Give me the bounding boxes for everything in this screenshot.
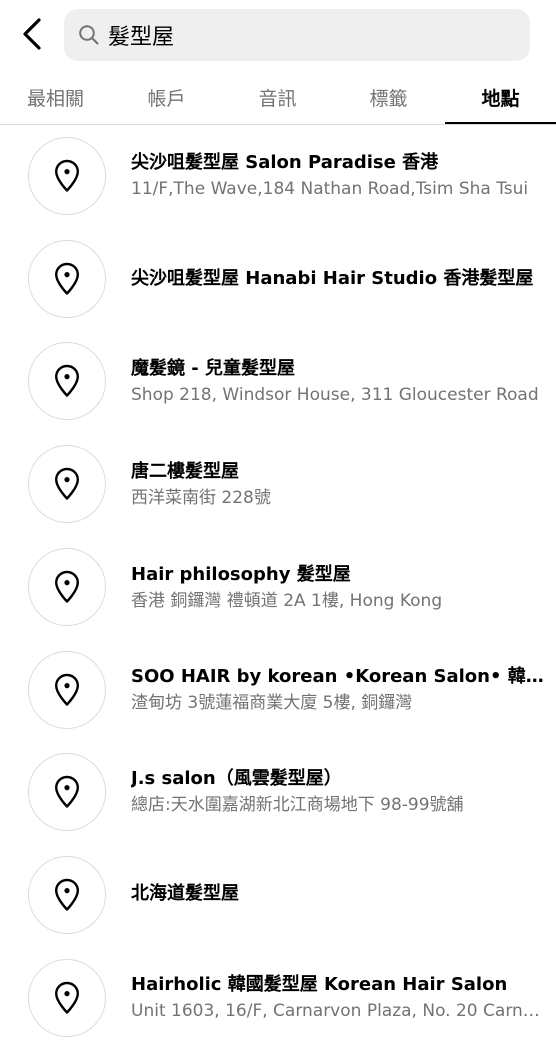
place-text: J.s salon（風雲髮型屋） 總店:天水圍嘉湖新北江商場地下 98-99號舖 bbox=[131, 767, 547, 817]
place-name: SOO HAIR by korean •Korean Salon• 韓國髮型屋 bbox=[131, 666, 547, 687]
tab-tags[interactable]: 標籤 bbox=[333, 70, 444, 124]
location-pin-icon bbox=[55, 878, 79, 911]
tab-audio[interactable]: 音訊 bbox=[222, 70, 333, 124]
place-text: Hair philosophy 髮型屋 香港 銅鑼灣 禮頓道 2A 1樓, Ho… bbox=[131, 563, 547, 613]
place-icon-circle bbox=[28, 342, 106, 420]
location-pin-icon bbox=[55, 981, 79, 1014]
location-pin-icon bbox=[55, 775, 79, 808]
place-name: 北海道髮型屋 bbox=[131, 883, 239, 904]
search-box[interactable] bbox=[64, 9, 530, 61]
location-pin-icon bbox=[55, 673, 79, 706]
place-result[interactable]: Hairholic 韓國髮型屋 Korean Hair Salon Unit 1… bbox=[0, 947, 556, 1050]
tab-places[interactable]: 地點 bbox=[445, 70, 556, 124]
location-pin-icon bbox=[55, 159, 79, 192]
place-result[interactable]: 北海道髮型屋 bbox=[0, 844, 556, 947]
place-result[interactable]: 尖沙咀髮型屋 Hanabi Hair Studio 香港髮型屋 bbox=[0, 228, 556, 331]
place-text: 唐二樓髮型屋 西洋菜南街 228號 bbox=[131, 460, 547, 510]
place-name: Hairholic 韓國髮型屋 Korean Hair Salon bbox=[131, 974, 508, 995]
place-result[interactable]: 唐二樓髮型屋 西洋菜南街 228號 bbox=[0, 433, 556, 536]
place-text: SOO HAIR by korean •Korean Salon• 韓國髮型屋 … bbox=[131, 665, 547, 715]
chevron-left-icon bbox=[23, 18, 41, 50]
top-bar bbox=[0, 0, 556, 70]
location-pin-icon bbox=[55, 467, 79, 500]
place-name: Hair philosophy 髮型屋 bbox=[131, 564, 351, 585]
place-result[interactable]: 魔髮鏡 - 兒童髮型屋 Shop 218, Windsor House, 311… bbox=[0, 330, 556, 433]
tab-top[interactable]: 最相關 bbox=[0, 70, 111, 124]
place-text: 北海道髮型屋 bbox=[131, 882, 547, 906]
place-icon-circle bbox=[28, 856, 106, 934]
place-name: J.s salon（風雲髮型屋） bbox=[131, 768, 342, 789]
place-text: 尖沙咀髮型屋 Salon Paradise 香港 11/F,The Wave,1… bbox=[131, 151, 547, 201]
place-result[interactable]: 尖沙咀髮型屋 Salon Paradise 香港 11/F,The Wave,1… bbox=[0, 125, 556, 228]
place-name: 魔髮鏡 - 兒童髮型屋 bbox=[131, 358, 296, 379]
place-icon-circle bbox=[28, 137, 106, 215]
back-button[interactable] bbox=[12, 14, 52, 54]
place-name: 尖沙咀髮型屋 Salon Paradise 香港 bbox=[131, 152, 439, 173]
place-name: 尖沙咀髮型屋 Hanabi Hair Studio 香港髮型屋 bbox=[131, 268, 534, 289]
place-icon-circle bbox=[28, 548, 106, 626]
place-text: Hairholic 韓國髮型屋 Korean Hair Salon Unit 1… bbox=[131, 973, 547, 1023]
search-icon bbox=[79, 25, 99, 45]
place-address: Unit 1603, 16/F, Carnarvon Plaza, No. 20… bbox=[131, 1001, 547, 1021]
tab-accounts[interactable]: 帳戶 bbox=[111, 70, 222, 124]
place-result[interactable]: J.s salon（風雲髮型屋） 總店:天水圍嘉湖新北江商場地下 98-99號舖 bbox=[0, 741, 556, 844]
place-icon-circle bbox=[28, 445, 106, 523]
place-address: 總店:天水圍嘉湖新北江商場地下 98-99號舖 bbox=[131, 795, 464, 815]
place-address: 香港 銅鑼灣 禮頓道 2A 1樓, Hong Kong bbox=[131, 591, 443, 611]
place-icon-circle bbox=[28, 651, 106, 729]
place-result[interactable]: SOO HAIR by korean •Korean Salon• 韓國髮型屋 … bbox=[0, 639, 556, 742]
place-text: 尖沙咀髮型屋 Hanabi Hair Studio 香港髮型屋 bbox=[131, 267, 547, 291]
place-icon-circle bbox=[28, 240, 106, 318]
place-text: 魔髮鏡 - 兒童髮型屋 Shop 218, Windsor House, 311… bbox=[131, 357, 547, 407]
location-pin-icon bbox=[55, 364, 79, 397]
place-address: 西洋菜南街 228號 bbox=[131, 488, 271, 508]
search-input[interactable] bbox=[108, 9, 508, 61]
tab-bar: 最相關 帳戶 音訊 標籤 地點 bbox=[0, 70, 556, 125]
active-tab-indicator bbox=[445, 122, 556, 124]
place-address: Shop 218, Windsor House, 311 Gloucester … bbox=[131, 385, 539, 405]
location-pin-icon bbox=[55, 570, 79, 603]
place-icon-circle bbox=[28, 753, 106, 831]
place-name: 唐二樓髮型屋 bbox=[131, 461, 239, 482]
location-pin-icon bbox=[55, 262, 79, 295]
place-result[interactable]: Hair philosophy 髮型屋 香港 銅鑼灣 禮頓道 2A 1樓, Ho… bbox=[0, 536, 556, 639]
place-address: 渣甸坊 3號蓮福商業大廈 5樓, 銅鑼灣 bbox=[131, 693, 413, 713]
place-address: 11/F,The Wave,184 Nathan Road,Tsim Sha T… bbox=[131, 179, 529, 199]
place-icon-circle bbox=[28, 959, 106, 1037]
